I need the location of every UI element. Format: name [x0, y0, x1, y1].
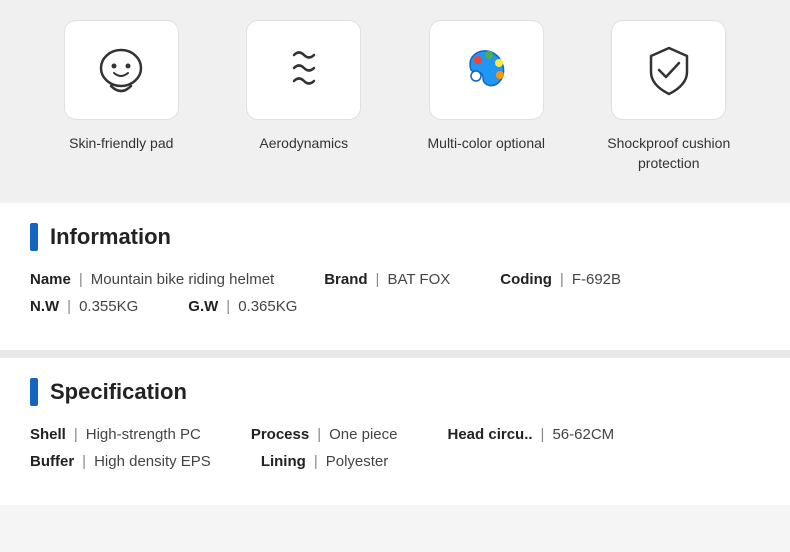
- brand-key: Brand: [324, 271, 367, 288]
- multicolor-icon-box: [429, 20, 544, 120]
- spec-process-item: Process | One piece: [251, 426, 398, 443]
- feature-item-aerodynamics: Aerodynamics: [224, 20, 384, 154]
- information-title-row: Information: [30, 223, 760, 251]
- info-name-item: Name | Mountain bike riding helmet: [30, 271, 274, 288]
- spec-headcirc-item: Head circu.. | 56-62CM: [448, 426, 615, 443]
- lining-sep: |: [314, 453, 318, 470]
- shockproof-icon-box: [611, 20, 726, 120]
- aerodynamics-icon: [274, 40, 334, 100]
- headcirc-sep: |: [541, 426, 545, 443]
- nw-value: 0.355KG: [79, 298, 138, 315]
- info-brand-item: Brand | BAT FOX: [324, 271, 450, 288]
- aerodynamics-icon-box: [246, 20, 361, 120]
- shell-value: High-strength PC: [86, 426, 201, 443]
- feature-item-multicolor: Multi-color optional: [406, 20, 566, 154]
- buffer-key: Buffer: [30, 453, 74, 470]
- specification-title: Specification: [50, 379, 187, 405]
- multicolor-label: Multi-color optional: [428, 134, 546, 154]
- specification-row-2: Buffer | High density EPS Lining | Polye…: [30, 453, 760, 470]
- specification-accent-bar: [30, 378, 38, 406]
- headcirc-key: Head circu..: [448, 426, 533, 443]
- shell-sep: |: [74, 426, 78, 443]
- feature-item-shockproof: Shockproof cushion protection: [589, 20, 749, 173]
- process-value: One piece: [329, 426, 397, 443]
- process-sep: |: [317, 426, 321, 443]
- specification-row-1: Shell | High-strength PC Process | One p…: [30, 426, 760, 443]
- spec-buffer-item: Buffer | High density EPS: [30, 453, 211, 470]
- name-value: Mountain bike riding helmet: [91, 271, 274, 288]
- palette-icon: [456, 40, 516, 100]
- name-sep: |: [79, 271, 83, 288]
- name-key: Name: [30, 271, 71, 288]
- coding-value: F-692B: [572, 271, 621, 288]
- information-section: Information Name | Mountain bike riding …: [0, 203, 790, 350]
- coding-sep: |: [560, 271, 564, 288]
- info-gw-item: G.W | 0.365KG: [188, 298, 297, 315]
- brand-value: BAT FOX: [387, 271, 450, 288]
- headcirc-value: 56-62CM: [552, 426, 614, 443]
- lining-value: Polyester: [326, 453, 389, 470]
- specification-section: Specification Shell | High-strength PC P…: [0, 350, 790, 505]
- coding-key: Coding: [500, 271, 552, 288]
- shield-check-icon: [639, 40, 699, 100]
- feature-item-skin-friendly: Skin-friendly pad: [41, 20, 201, 154]
- shell-key: Shell: [30, 426, 66, 443]
- gw-sep: |: [226, 298, 230, 315]
- process-key: Process: [251, 426, 309, 443]
- skin-friendly-icon-box: [64, 20, 179, 120]
- specification-title-row: Specification: [30, 378, 760, 406]
- shockproof-label: Shockproof cushion protection: [589, 134, 749, 173]
- spec-shell-item: Shell | High-strength PC: [30, 426, 201, 443]
- aerodynamics-label: Aerodynamics: [259, 134, 348, 154]
- buffer-value: High density EPS: [94, 453, 211, 470]
- skin-friendly-label: Skin-friendly pad: [69, 134, 173, 154]
- information-title: Information: [50, 224, 171, 250]
- features-section: Skin-friendly pad Aerodynamics: [0, 0, 790, 203]
- information-row-2: N.W | 0.355KG G.W | 0.365KG: [30, 298, 760, 315]
- spec-lining-item: Lining | Polyester: [261, 453, 388, 470]
- nw-key: N.W: [30, 298, 59, 315]
- info-coding-item: Coding | F-692B: [500, 271, 621, 288]
- gw-key: G.W: [188, 298, 218, 315]
- information-row-1: Name | Mountain bike riding helmet Brand…: [30, 271, 760, 288]
- gw-value: 0.365KG: [238, 298, 297, 315]
- lining-key: Lining: [261, 453, 306, 470]
- information-accent-bar: [30, 223, 38, 251]
- info-nw-item: N.W | 0.355KG: [30, 298, 138, 315]
- nw-sep: |: [67, 298, 71, 315]
- buffer-sep: |: [82, 453, 86, 470]
- skin-friendly-icon: [91, 40, 151, 100]
- brand-sep: |: [376, 271, 380, 288]
